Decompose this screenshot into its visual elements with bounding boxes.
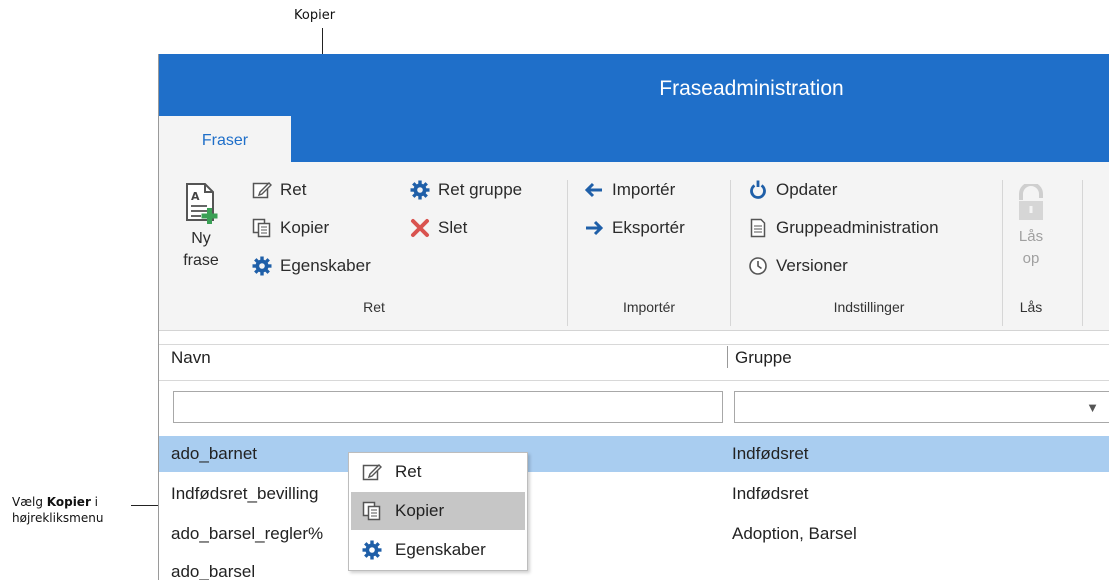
context-menu-item-egenskaber[interactable]: Egenskaber	[349, 531, 527, 569]
egenskaber-label: Egenskaber	[280, 256, 371, 275]
callout-left-label: Vælg Kopier i højrekliksmenu	[12, 494, 103, 526]
ribbon: A Ny frase Ret Kopier Egenskaber Ret gru…	[159, 162, 1109, 331]
app-window: Fraseadministration Fraser A Ny frase Re…	[158, 54, 1109, 580]
gear-icon	[361, 539, 383, 561]
group-label-settings: Indstillinger	[833, 299, 905, 315]
title-bar: Fraseadministration Fraser	[159, 54, 1109, 162]
kopier-button[interactable]: Kopier	[251, 217, 329, 239]
name-filter-input[interactable]	[173, 391, 723, 423]
column-separator[interactable]	[727, 346, 728, 368]
context-menu-label: Ret	[395, 462, 422, 481]
document-icon	[747, 217, 769, 239]
unlock-label-2: op	[1022, 250, 1040, 267]
callout-left-line2: højrekliksmenu	[12, 511, 104, 525]
refresh-icon	[747, 179, 769, 201]
callout-left-bold: Kopier	[46, 495, 91, 509]
row-name: ado_barsel	[171, 562, 256, 580]
eksporter-button[interactable]: Eksportér	[583, 217, 685, 239]
context-menu-item-kopier[interactable]: Kopier	[351, 492, 525, 530]
context-menu: Ret Kopier Egenskaber	[348, 452, 528, 571]
ribbon-separator	[1002, 180, 1003, 326]
ribbon-separator	[567, 180, 568, 326]
callout-left-suffix: i	[90, 495, 99, 509]
context-menu-label: Egenskaber	[395, 540, 486, 559]
row-group: Indfødsret	[732, 484, 809, 503]
header-top-border	[159, 344, 1109, 345]
gruppeadministration-label: Gruppeadministration	[776, 218, 939, 237]
eksporter-label: Eksportér	[612, 218, 685, 237]
versioner-label: Versioner	[776, 256, 848, 275]
new-document-icon: A	[186, 183, 218, 224]
delete-icon	[409, 217, 431, 239]
new-phrase-label-2: frase	[183, 252, 219, 269]
ret-gruppe-label: Ret gruppe	[438, 180, 523, 199]
tab-fraser[interactable]: Fraser	[159, 116, 291, 162]
new-phrase-label-1: Ny	[191, 230, 211, 247]
ret-gruppe-button[interactable]: Ret gruppe	[409, 179, 522, 201]
versioner-button[interactable]: Versioner	[747, 255, 848, 277]
table-row[interactable]: Indfødsret_bevilling Indfødsret	[159, 476, 1109, 512]
context-menu-item-ret[interactable]: Ret	[349, 453, 527, 491]
callout-left-prefix: Vælg	[12, 495, 47, 509]
row-name: Indfødsret_bevilling	[171, 484, 319, 503]
arrow-right-icon	[583, 217, 605, 239]
copy-icon	[361, 500, 383, 522]
gear-icon	[409, 179, 431, 201]
gruppeadministration-button[interactable]: Gruppeadministration	[747, 217, 939, 239]
opdater-button[interactable]: Opdater	[747, 179, 837, 201]
header-bottom-border	[159, 380, 1109, 381]
group-label-import: Importér	[622, 299, 676, 315]
table-row[interactable]: ado_barsel	[159, 554, 1109, 580]
lock-icon	[1019, 184, 1043, 220]
context-menu-label: Kopier	[395, 501, 445, 520]
row-name: ado_barsel_regler%	[171, 524, 324, 543]
group-filter-select[interactable]: ▼	[734, 391, 1109, 423]
edit-icon	[251, 179, 273, 201]
ribbon-separator	[1082, 180, 1083, 326]
clock-icon	[747, 255, 769, 277]
importer-label: Importér	[612, 180, 676, 199]
new-phrase-button[interactable]: A Ny frase	[177, 182, 225, 272]
svg-text:A: A	[191, 190, 200, 203]
row-group: Indfødsret	[732, 444, 809, 463]
egenskaber-button[interactable]: Egenskaber	[251, 255, 371, 277]
window-title: Fraseadministration	[659, 77, 844, 100]
slet-button[interactable]: Slet	[409, 217, 467, 239]
slet-label: Slet	[438, 218, 468, 237]
arrow-left-icon	[583, 179, 605, 201]
group-label-lock: Lås	[1019, 299, 1043, 315]
ribbon-separator	[730, 180, 731, 326]
importer-button[interactable]: Importér	[583, 179, 675, 201]
callout-top-label: Kopier	[294, 8, 336, 23]
table-row[interactable]: ado_barsel_regler% Adoption, Barsel	[159, 516, 1109, 552]
ret-button[interactable]: Ret	[251, 179, 306, 201]
column-header-gruppe[interactable]: Gruppe	[735, 348, 792, 368]
chevron-down-icon: ▼	[1086, 400, 1099, 415]
row-group: Adoption, Barsel	[732, 524, 857, 543]
unlock-label-1: Lås	[1018, 228, 1044, 245]
table-row[interactable]: ado_barnet Indfødsret	[159, 436, 1109, 472]
gear-icon	[251, 255, 273, 277]
column-header-navn[interactable]: Navn	[171, 348, 211, 368]
group-label-ret: Ret	[363, 299, 385, 315]
unlock-button[interactable]: Lås op	[1011, 184, 1051, 270]
ret-label: Ret	[280, 180, 307, 199]
opdater-label: Opdater	[776, 180, 838, 199]
kopier-label: Kopier	[280, 218, 330, 237]
copy-icon	[251, 217, 273, 239]
row-name: ado_barnet	[171, 444, 258, 463]
edit-icon	[361, 461, 383, 483]
